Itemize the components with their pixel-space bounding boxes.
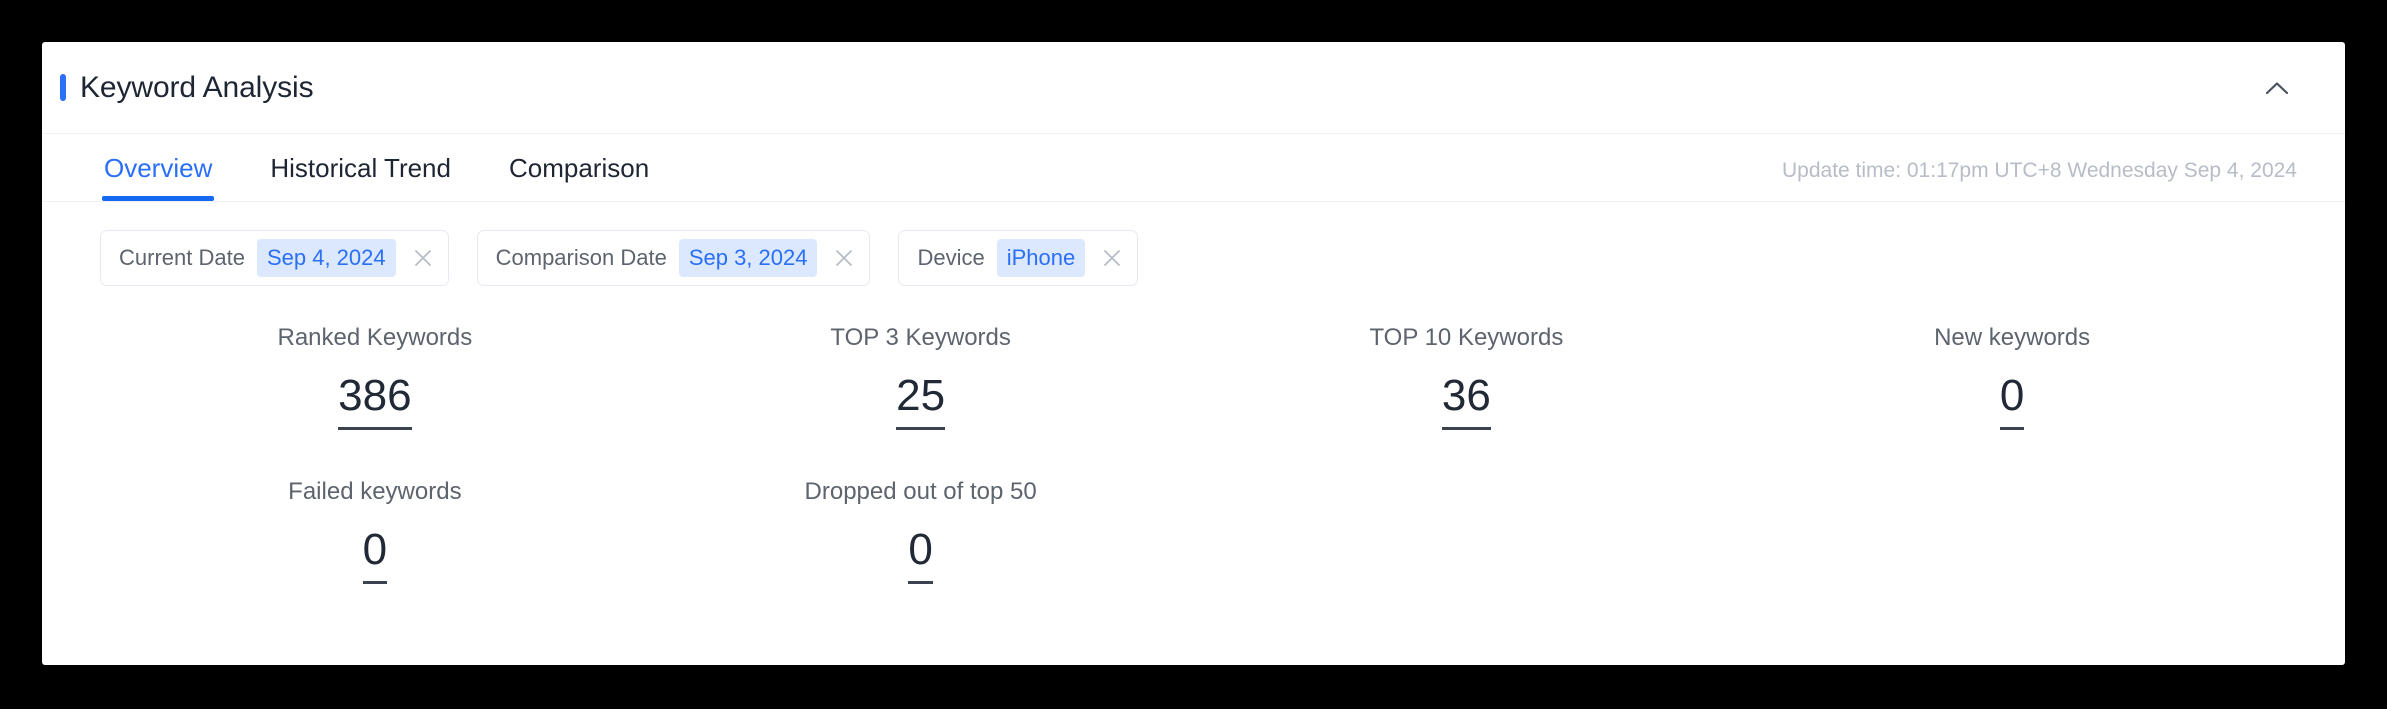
close-icon [1104, 250, 1121, 266]
close-icon [414, 250, 431, 266]
remove-filter-button[interactable] [1099, 245, 1125, 271]
collapse-button[interactable] [2257, 68, 2297, 108]
metric-label: New keywords [1934, 324, 2091, 351]
tab-comparison[interactable]: Comparison [509, 153, 649, 201]
metric-top-10-keywords: TOP 10 Keywords 36 [1194, 324, 1740, 430]
metric-value[interactable]: 25 [896, 374, 945, 430]
metrics-grid: Ranked Keywords 386 TOP 3 Keywords 25 TO… [42, 286, 2345, 584]
page-title: Keyword Analysis [80, 70, 314, 104]
filter-chip-device[interactable]: Device iPhone [898, 230, 1139, 286]
filter-label: Current Date [119, 245, 245, 270]
metric-ranked-keywords: Ranked Keywords 386 [102, 324, 648, 430]
metric-new-keywords: New keywords 0 [1739, 324, 2285, 430]
filter-label: Device [917, 245, 985, 270]
filter-value[interactable]: Sep 4, 2024 [256, 239, 396, 277]
remove-filter-button[interactable] [410, 245, 436, 271]
tabs: Overview Historical Trend Comparison [101, 134, 649, 201]
metric-value[interactable]: 0 [908, 528, 934, 584]
filter-label: Comparison Date [495, 245, 667, 270]
filter-chip-current-date[interactable]: Current Date Sep 4, 2024 [100, 230, 449, 286]
metric-value[interactable]: 36 [1441, 374, 1491, 430]
chevron-up-icon [2266, 81, 2288, 94]
tab-historical-trend[interactable]: Historical Trend [270, 153, 451, 201]
metric-label: TOP 3 Keywords [830, 324, 1011, 351]
filter-chip-comparison-date[interactable]: Comparison Date Sep 3, 2024 [476, 230, 871, 286]
card-title-wrap: Keyword Analysis [42, 71, 314, 105]
card-header: Keyword Analysis [42, 42, 2345, 134]
update-time: Update time: 01:17pm UTC+8 Wednesday Sep… [1781, 159, 2297, 182]
metric-value[interactable]: 0 [1999, 374, 2025, 430]
filter-chips: Current Date Sep 4, 2024 Comparison Date… [42, 202, 2345, 286]
metric-label: Ranked Keywords [277, 324, 473, 351]
metric-value[interactable]: 386 [338, 374, 413, 430]
metric-top-3-keywords: TOP 3 Keywords 25 [648, 324, 1194, 430]
metric-label: TOP 10 Keywords [1369, 324, 1564, 351]
tab-bar: Overview Historical Trend Comparison Upd… [42, 134, 2345, 202]
title-accent-bar [60, 74, 66, 101]
tab-overview[interactable]: Overview [101, 153, 215, 201]
metric-value[interactable]: 0 [362, 528, 388, 584]
filter-value[interactable]: Sep 3, 2024 [678, 239, 818, 277]
metric-failed-keywords: Failed keywords 0 [102, 478, 648, 584]
keyword-analysis-card: Keyword Analysis Overview Historical Tre… [42, 42, 2345, 665]
remove-filter-button[interactable] [831, 245, 857, 271]
close-icon [836, 250, 853, 266]
filter-value[interactable]: iPhone [996, 239, 1086, 277]
metric-label: Dropped out of top 50 [804, 478, 1037, 505]
metric-dropped-out-of-top-50: Dropped out of top 50 0 [648, 478, 1194, 584]
metric-label: Failed keywords [288, 478, 462, 505]
